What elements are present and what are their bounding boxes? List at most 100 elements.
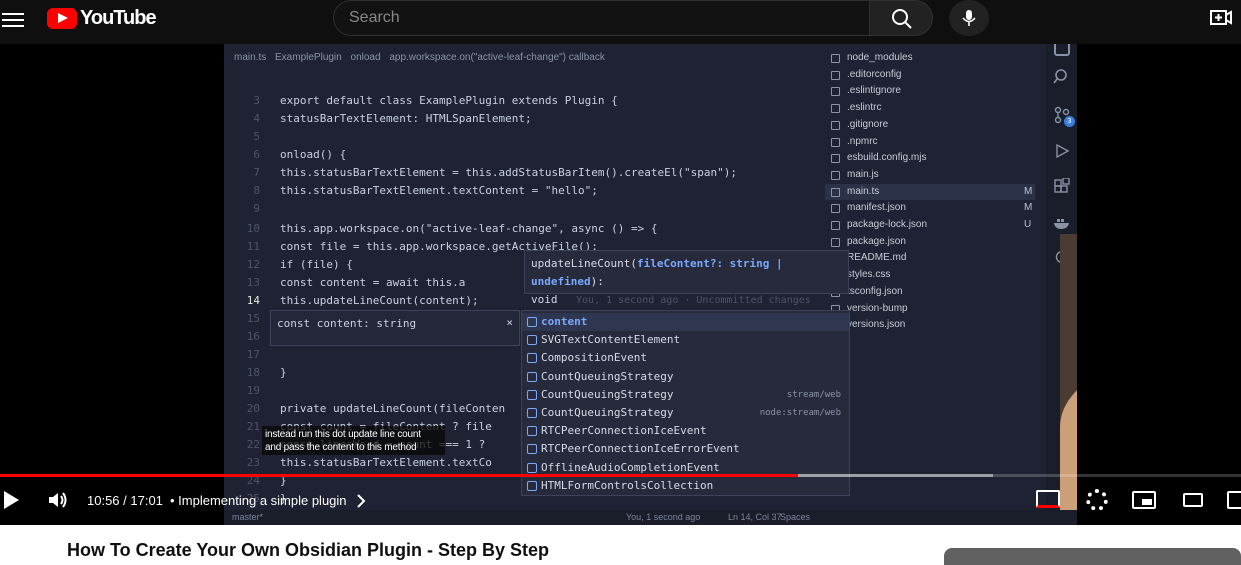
line-number: 8: [253, 184, 260, 197]
player-controls: 10:56 / 17:01 • Implementing a simple pl…: [0, 480, 1241, 525]
menu-icon[interactable]: [2, 10, 24, 30]
line-number: 10: [246, 222, 260, 235]
file-name: .eslintrc: [847, 102, 882, 114]
hover-type-box: const content: string ×: [270, 310, 520, 346]
code-line: import { Plugin } from "obsidian";: [224, 44, 824, 48]
subtitles-button[interactable]: [1036, 490, 1060, 508]
file-icon: [831, 154, 840, 164]
explorer-file[interactable]: version-bump: [825, 301, 1035, 317]
explorer-file[interactable]: .eslintrc: [825, 100, 1035, 116]
line-number: 17: [246, 348, 260, 361]
miniplayer-button[interactable]: [1132, 491, 1156, 509]
voice-search-button[interactable]: [949, 0, 989, 36]
explorer-file[interactable]: .eslintignore: [825, 83, 1035, 99]
file-name: tsconfig.json: [847, 285, 903, 297]
chevron-right-icon[interactable]: [356, 494, 366, 508]
autocomplete-item[interactable]: CountQueuingStrategy: [522, 368, 849, 386]
explorer-file[interactable]: main.js: [825, 167, 1035, 183]
code-text: private updateLineCount(fileConten: [280, 402, 506, 415]
line-number: 18: [246, 366, 260, 379]
signature-return: void: [531, 293, 558, 306]
play-button[interactable]: [4, 491, 19, 509]
variable-icon: [527, 335, 537, 346]
youtube-logo[interactable]: YouTube: [47, 7, 157, 29]
autocomplete-item[interactable]: SVGTextContentElement: [522, 331, 849, 349]
explorer-file[interactable]: main.ts M: [825, 183, 1035, 200]
code-text: }: [280, 366, 287, 379]
code-line: 6 onload() {: [224, 146, 824, 164]
code-text: this.updateLineCount(content);: [280, 294, 479, 307]
autocomplete-label: CompositionEvent: [541, 351, 647, 365]
code-text: const content = await this.a: [280, 276, 466, 289]
line-number: 11: [246, 240, 260, 253]
variable-icon: [527, 426, 537, 437]
git-status-badge: M: [1024, 202, 1033, 214]
file-name: README.md: [847, 252, 907, 264]
line-number: 3: [253, 94, 260, 107]
explorer-file[interactable]: package.json: [825, 234, 1035, 250]
chapter-title[interactable]: • Implementing a simple plugin: [170, 493, 347, 508]
explorer-file[interactable]: package-lock.json U: [825, 217, 1035, 233]
line-number: 4: [253, 112, 260, 125]
cast-button[interactable]: [1227, 491, 1241, 509]
signature-prefix: updateLineCount(: [531, 257, 637, 270]
explorer-file[interactable]: .npmrc: [825, 134, 1035, 150]
code-line: 4 statusBarTextElement: HTMLSpanElement;: [224, 110, 824, 128]
autocomplete-item[interactable]: CountQueuingStrategy node:stream/web: [522, 404, 849, 422]
autocomplete-item[interactable]: RTCPeerConnectionIceErrorEvent: [522, 440, 849, 458]
variable-icon: [527, 462, 537, 473]
explorer-file[interactable]: node_modules: [825, 50, 1035, 66]
explorer-file[interactable]: versions.json: [825, 317, 1035, 333]
video-player[interactable]: main.ts ExamplePlugin onload app.workspa…: [0, 44, 1241, 525]
caption-line: and pass the content to this method: [265, 442, 417, 453]
git-status-badge: U: [1024, 219, 1032, 230]
search-input[interactable]: [334, 1, 870, 35]
extensions-icon: [1054, 178, 1070, 193]
line-number: 7: [253, 166, 260, 179]
search-box: [333, 0, 870, 36]
explorer-file[interactable]: .gitignore: [825, 117, 1035, 133]
autocomplete-item[interactable]: content: [522, 313, 849, 331]
file-icon: [831, 54, 840, 63]
file-icon: [831, 120, 840, 130]
search-button[interactable]: [869, 0, 933, 36]
explorer-file[interactable]: tsconfig.json: [825, 284, 1035, 300]
file-icon: [831, 70, 840, 80]
closed-captions: instead run this dot update line count a…: [262, 426, 445, 455]
explorer-file[interactable]: manifest.json M: [825, 200, 1035, 216]
autocomplete-label: CountQueuingStrategy: [541, 369, 674, 383]
search-icon: [1053, 69, 1067, 84]
file-name: manifest.json: [847, 202, 906, 214]
signature-suffix: ):: [590, 275, 604, 288]
file-name: .npmrc: [847, 135, 878, 147]
line-number: 21: [246, 420, 260, 433]
file-icon: [831, 104, 840, 114]
explorer-file[interactable]: README.md: [825, 250, 1035, 266]
code-line: 10 this.app.workspace.on("active-leaf-ch…: [224, 220, 824, 238]
explorer-file[interactable]: esbuild.config.mjs: [825, 150, 1035, 166]
progress-bar[interactable]: [0, 474, 1241, 477]
code-text: onload() {: [280, 148, 347, 161]
related-video-thumbnail[interactable]: [944, 548, 1241, 565]
autocomplete-item[interactable]: RTCPeerConnectionIceEvent: [522, 422, 849, 440]
explorer-file[interactable]: .editorconfig: [825, 67, 1035, 83]
code-text: this.statusBarTextElement.textCo: [280, 456, 492, 469]
code-text: this.statusBarTextElement.textContent = …: [280, 184, 598, 197]
file-icon: [831, 87, 840, 97]
autocomplete-label: SVGTextContentElement: [541, 333, 681, 347]
line-number: 16: [246, 330, 260, 343]
explorer-file[interactable]: styles.css: [825, 267, 1035, 283]
volume-icon[interactable]: [48, 491, 68, 509]
run-debug-icon: [1056, 143, 1070, 159]
settings-gear-icon[interactable]: [1086, 489, 1108, 511]
scm-count-badge: 3: [1064, 116, 1075, 127]
line-number: 6: [253, 148, 260, 161]
line-number: 13: [246, 276, 260, 289]
variable-icon: [527, 353, 537, 364]
create-video-icon[interactable]: [1209, 6, 1233, 30]
code-line: 7 this.statusBarTextElement = this.addSt…: [224, 164, 824, 182]
autocomplete-item[interactable]: CountQueuingStrategy stream/web: [522, 386, 849, 404]
line-number: 5: [253, 130, 260, 143]
autocomplete-item[interactable]: CompositionEvent: [522, 349, 849, 367]
theater-mode-button[interactable]: [1183, 493, 1203, 507]
